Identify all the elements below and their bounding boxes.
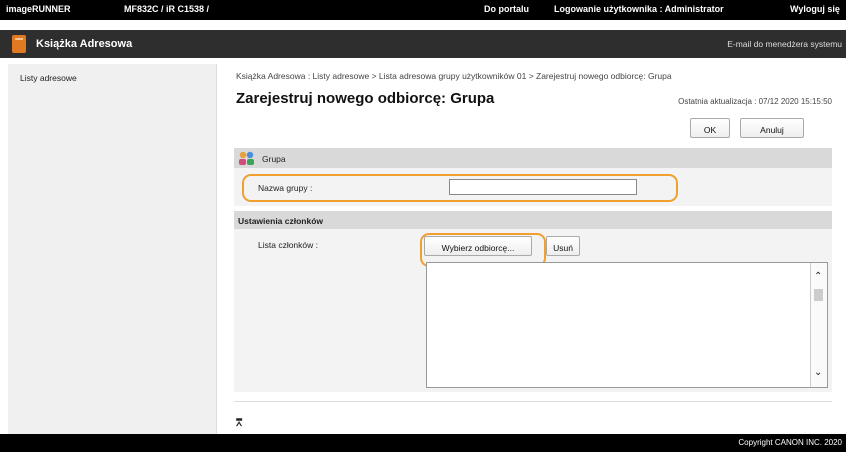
scroll-down-icon[interactable]: ⌄ [814,367,822,378]
page-title: Zarejestruj nowego odbiorcę: Grupa [236,90,495,107]
scroll-up-icon[interactable]: ⌃ [814,271,822,282]
top-bar: imageRUNNER MF832C / iR C1538 / Do porta… [0,0,846,20]
portal-link[interactable]: Do portalu [484,4,529,14]
listbox-scrollbar[interactable]: ⌃ ⌄ [810,263,827,387]
divider [234,401,832,402]
address-book-icon [12,35,26,53]
members-list-label: Lista członków : [258,240,318,250]
group-section-title: Grupa [262,154,286,164]
ok-button[interactable]: OK [690,118,730,138]
product-name: imageRUNNER [6,4,71,14]
scroll-thumb[interactable] [814,289,823,301]
app-title: Książka Adresowa [36,38,133,50]
user-login-info: Logowanie użytkownika : Administrator [554,4,724,14]
group-icon [239,151,254,165]
breadcrumb: Książka Adresowa : Listy adresowe > List… [236,71,672,81]
logout-link[interactable]: Wyloguj się [790,4,840,14]
email-admin-link[interactable]: E-mail do menedżera systemu [727,39,842,49]
last-updated: Ostatnia aktualizacja : 07/12 2020 15:15… [678,97,832,106]
cancel-button[interactable]: Anuluj [740,118,804,138]
app-header: Książka Adresowa E-mail do menedżera sys… [0,30,846,58]
members-section-header: Ustawienia członków [234,211,832,229]
delete-member-button[interactable]: Usuń [546,236,580,256]
group-name-input[interactable] [449,179,637,195]
members-section-title: Ustawienia członków [238,216,324,226]
sidebar: Listy adresowe [8,64,217,434]
group-section-header: Grupa [234,148,832,168]
footer: Copyright CANON INC. 2020 [0,434,846,452]
copyright: Copyright CANON INC. 2020 [738,438,842,447]
group-name-label: Nazwa grupy : [258,183,313,193]
members-listbox[interactable]: ⌃ ⌄ [426,262,828,388]
model-name: MF832C / iR C1538 / [124,4,210,14]
select-recipient-button[interactable]: Wybierz odbiorcę... [424,236,532,256]
back-to-top-icon[interactable]: ⩞ [236,418,242,429]
sidebar-item-address-lists[interactable]: Listy adresowe [20,73,77,83]
